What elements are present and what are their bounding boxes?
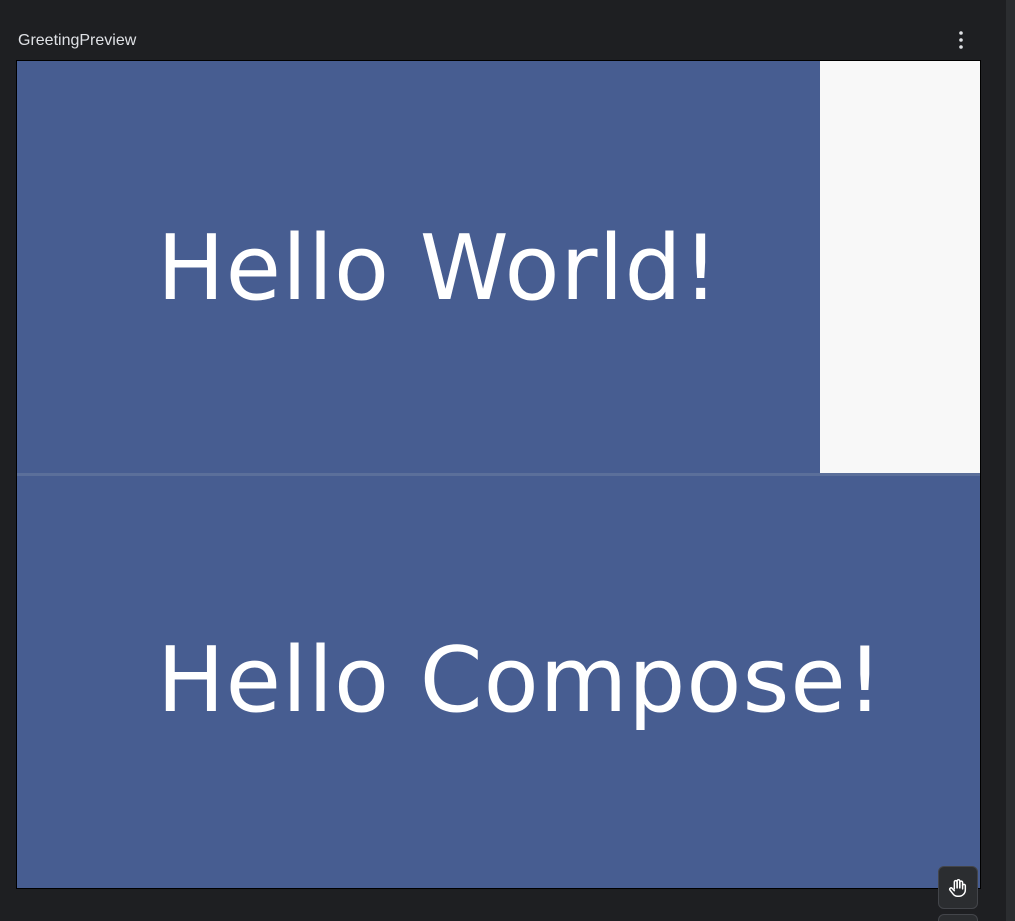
- greeting-card-compose: Hello Compose!: [17, 476, 980, 888]
- greeting-text-world: Hello World!: [157, 216, 720, 321]
- right-scrollbar[interactable]: [1006, 0, 1015, 921]
- preview-canvas[interactable]: Hello World! Hello Compose!: [16, 60, 981, 889]
- greeting-card-world: Hello World!: [17, 61, 820, 473]
- greeting-text-compose: Hello Compose!: [157, 628, 884, 733]
- more-vertical-icon: [959, 31, 963, 49]
- zoom-tool-button[interactable]: [938, 914, 978, 921]
- compose-preview-panel: GreetingPreview Hello World! Hello Compo…: [0, 0, 1015, 921]
- pan-tool-button[interactable]: [938, 866, 978, 909]
- preview-title: GreetingPreview: [18, 32, 137, 49]
- more-options-button[interactable]: [949, 28, 973, 52]
- hand-icon: [949, 878, 967, 897]
